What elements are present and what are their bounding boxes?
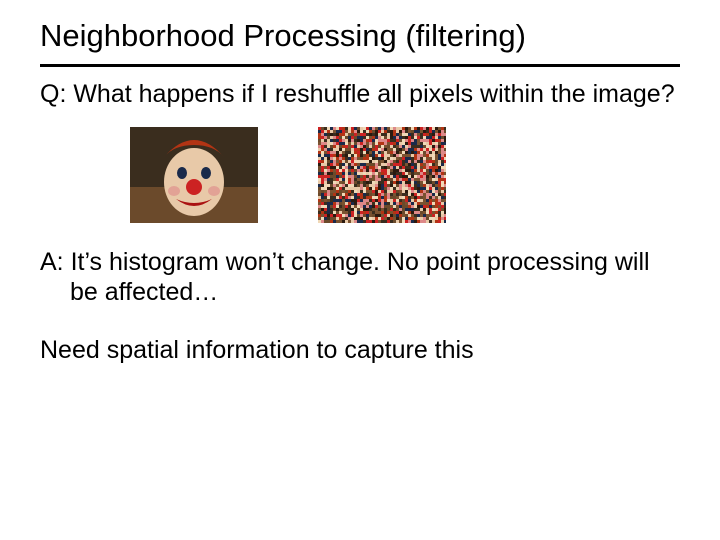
shuffled-image bbox=[318, 127, 446, 223]
slide-title: Neighborhood Processing (filtering) bbox=[40, 18, 680, 67]
clown-image bbox=[130, 127, 258, 223]
answer-text: A: It’s histogram won’t change. No point… bbox=[40, 247, 680, 307]
slide: Neighborhood Processing (filtering) Q: W… bbox=[0, 0, 720, 540]
question-text: Q: What happens if I reshuffle all pixel… bbox=[40, 79, 680, 109]
image-row bbox=[130, 127, 680, 223]
slide-body: Q: What happens if I reshuffle all pixel… bbox=[40, 79, 680, 365]
note-text: Need spatial information to capture this bbox=[40, 335, 680, 365]
